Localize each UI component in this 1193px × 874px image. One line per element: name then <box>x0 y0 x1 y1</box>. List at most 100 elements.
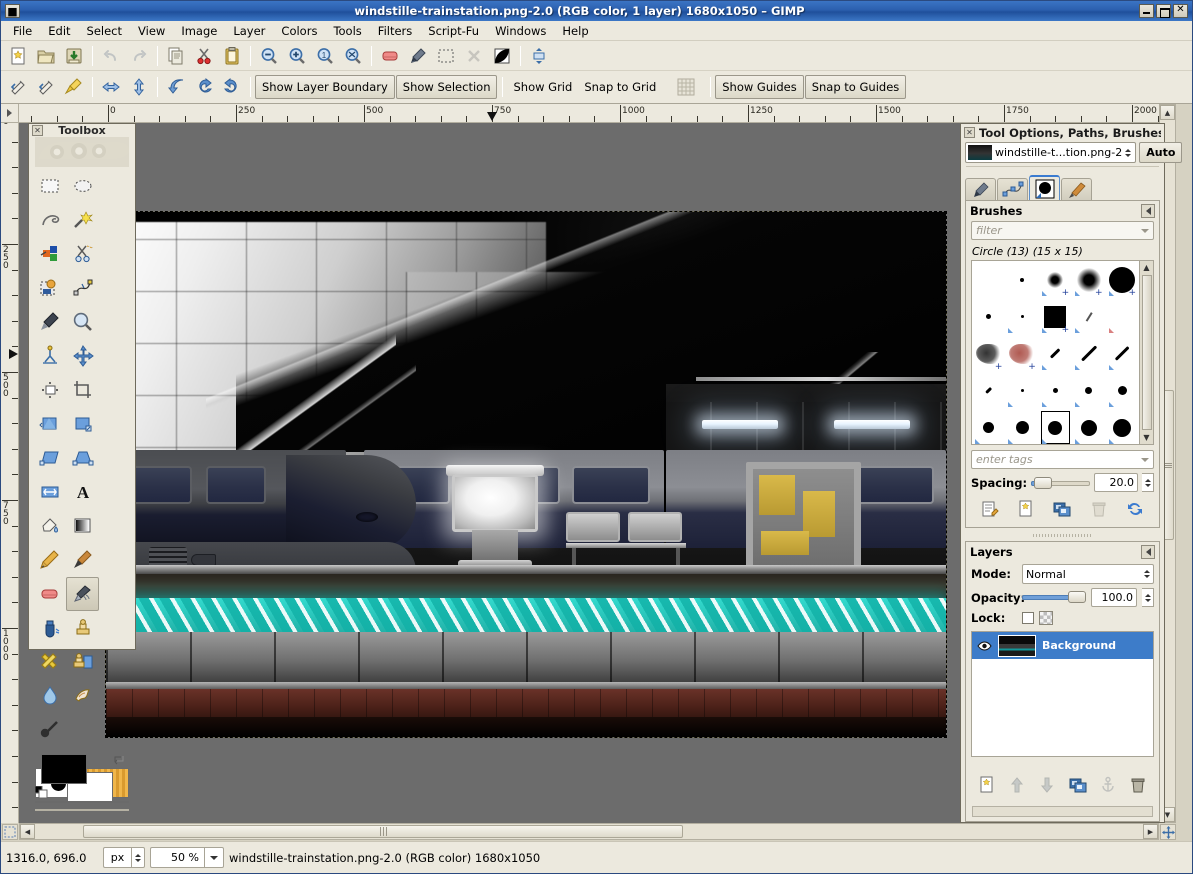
edit-brush-icon[interactable] <box>979 499 1001 519</box>
select-by-color-tool[interactable] <box>33 237 66 271</box>
rotate-left-icon[interactable] <box>190 74 218 100</box>
zoom-in-icon[interactable] <box>283 43 311 69</box>
menu-select[interactable]: Select <box>79 22 130 40</box>
smudge-tool[interactable] <box>66 679 99 713</box>
spacing-spinner[interactable] <box>1142 473 1154 492</box>
chevron-down-icon[interactable] <box>1141 229 1149 233</box>
menu-help[interactable]: Help <box>554 22 596 40</box>
crop-tool[interactable] <box>66 373 99 407</box>
reset-colors-icon[interactable] <box>35 786 48 799</box>
menu-windows[interactable]: Windows <box>487 22 554 40</box>
mode-spinner-icon[interactable] <box>1144 570 1150 578</box>
paste-icon[interactable] <box>218 43 246 69</box>
foreground-select-tool[interactable] <box>33 271 66 305</box>
clone-tool[interactable] <box>66 611 99 645</box>
save-image-icon[interactable] <box>60 43 88 69</box>
panel-menu-icon[interactable] <box>1141 545 1155 559</box>
spacing-value[interactable]: 20.0 <box>1094 473 1138 492</box>
opacity-value[interactable]: 100.0 <box>1091 588 1137 607</box>
ellipse-select-tool[interactable] <box>66 169 99 203</box>
paint-tool-icon[interactable] <box>404 43 432 69</box>
toggle-show-layer-boundary[interactable]: Show Layer Boundary <box>255 75 395 99</box>
lower-layer-icon[interactable] <box>1036 775 1058 795</box>
gradient-tool[interactable] <box>66 509 99 543</box>
tab-paths[interactable] <box>997 178 1028 200</box>
scroll-down-icon[interactable]: ▼ <box>1143 431 1149 444</box>
refresh-brushes-icon[interactable] <box>1124 499 1146 519</box>
brush-scroll-thumb[interactable] <box>1142 275 1152 430</box>
open-image-icon[interactable] <box>32 43 60 69</box>
right-dock[interactable]: ✕ Tool Options, Paths, Brushes windstill… <box>960 123 1165 823</box>
label-snap-to-grid[interactable]: Snap to Grid <box>578 75 662 99</box>
align-tool[interactable] <box>33 373 66 407</box>
brush-cell[interactable] <box>1039 409 1072 445</box>
brush-cell[interactable] <box>972 261 1005 298</box>
brush-cell[interactable] <box>972 372 1005 409</box>
spacing-slider[interactable] <box>1031 477 1090 489</box>
unit-spinner[interactable] <box>131 847 145 868</box>
brush-grid-scrollbar[interactable]: ▲ ▼ <box>1140 260 1154 445</box>
auto-follow-button[interactable]: Auto <box>1139 142 1182 163</box>
image-artwork[interactable] <box>106 212 946 737</box>
delete-brush-icon[interactable] <box>1088 499 1110 519</box>
brush-cell[interactable] <box>1106 372 1139 409</box>
opacity-spinner[interactable] <box>1142 588 1154 607</box>
eraser-tool[interactable] <box>33 577 66 611</box>
brush-cell[interactable]: + <box>1039 298 1072 335</box>
shear-tool[interactable] <box>33 441 66 475</box>
tab-tool-options[interactable] <box>965 178 996 200</box>
perspective-clone-tool[interactable] <box>66 645 99 679</box>
scissors-select-tool[interactable] <box>66 237 99 271</box>
duplicate-layer-icon[interactable] <box>1067 775 1089 795</box>
new-brush-icon[interactable] <box>1015 499 1037 519</box>
brush-cell[interactable]: + <box>1106 261 1139 298</box>
scroll-right-icon[interactable]: ▶ <box>1143 824 1158 839</box>
brush-cell[interactable] <box>1005 298 1038 335</box>
scroll-left-icon[interactable]: ◀ <box>20 824 35 839</box>
navigate-image-icon[interactable] <box>1160 824 1176 840</box>
cut-icon[interactable] <box>190 43 218 69</box>
brush-cell[interactable] <box>1039 372 1072 409</box>
toolbox-close-button[interactable]: ✕ <box>32 125 43 136</box>
measure-tool[interactable] <box>33 339 66 373</box>
duplicate-brush-icon[interactable] <box>1051 499 1073 519</box>
copy-icon[interactable] <box>162 43 190 69</box>
text-tool[interactable]: A <box>66 475 99 509</box>
fuzzy-select-tool[interactable] <box>66 203 99 237</box>
arrow-left-right-icon[interactable] <box>97 74 125 100</box>
zoom-out-icon[interactable] <box>255 43 283 69</box>
grid-icon[interactable] <box>672 74 700 100</box>
ink-tool[interactable] <box>33 611 66 645</box>
brush-cell[interactable]: + <box>972 335 1005 372</box>
brush-cell[interactable] <box>1106 298 1139 335</box>
dock-grip[interactable] <box>966 166 1159 173</box>
scroll-up-icon[interactable]: ▲ <box>1143 261 1149 274</box>
dodge-burn-tool[interactable] <box>33 713 66 747</box>
new-layer-icon[interactable] <box>976 775 998 795</box>
clean-icon[interactable] <box>60 74 88 100</box>
tab-paint-dynamics[interactable] <box>1061 178 1092 200</box>
brush-grid[interactable]: ++++++ <box>971 260 1140 445</box>
move-tool[interactable] <box>66 339 99 373</box>
undo-icon[interactable] <box>97 43 125 69</box>
brush-tags-input[interactable]: enter tags <box>971 450 1154 469</box>
toggle-show-selection[interactable]: Show Selection <box>396 75 498 99</box>
rotate-right-icon[interactable] <box>218 74 246 100</box>
menu-file[interactable]: File <box>5 22 40 40</box>
image-selector-combo[interactable]: windstille-t...tion.png-2 <box>965 142 1136 163</box>
clear-icon[interactable] <box>376 43 404 69</box>
layer-list[interactable]: Background <box>971 631 1154 757</box>
brush-cell[interactable] <box>972 298 1005 335</box>
brush-cell[interactable] <box>1106 335 1139 372</box>
lock-pixels-checkbox[interactable] <box>1022 612 1034 624</box>
layer-list-item[interactable]: Background <box>972 632 1153 659</box>
layer-mode-combo[interactable]: Normal <box>1022 564 1154 584</box>
flip-tool[interactable] <box>33 475 66 509</box>
toggle-snap-to-guides[interactable]: Snap to Guides <box>805 75 907 99</box>
brush-cell[interactable] <box>1072 335 1105 372</box>
heal-tool[interactable] <box>33 645 66 679</box>
paths-tool[interactable] <box>66 271 99 305</box>
select-all-icon[interactable] <box>432 43 460 69</box>
menu-edit[interactable]: Edit <box>40 22 78 40</box>
zoom-dropdown-icon[interactable] <box>204 847 224 868</box>
